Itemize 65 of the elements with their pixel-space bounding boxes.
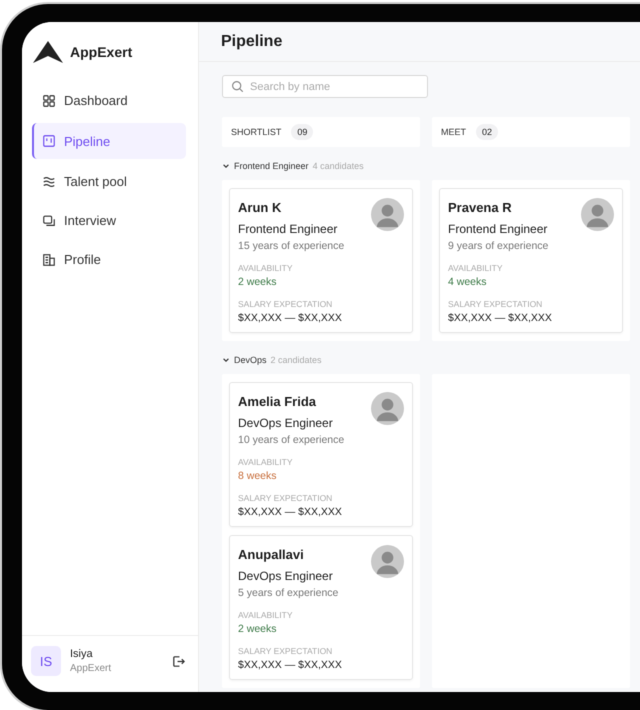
nav-item[interactable]: Profile	[32, 241, 186, 278]
avatar-silhouette-icon	[371, 545, 404, 578]
candidate-role: DevOps Engineer	[238, 569, 334, 583]
availability-value: 2 weeks	[238, 623, 278, 635]
avatar-silhouette-icon	[371, 392, 404, 425]
page-title: Pipeline	[221, 32, 282, 50]
board-icon	[42, 134, 56, 148]
search-icon	[231, 80, 244, 93]
avatar-silhouette-icon	[581, 198, 614, 231]
salary-value: $XX,XXX — $XX,XXX	[238, 506, 343, 518]
group-title: Frontend Engineer	[234, 161, 309, 171]
candidate-card[interactable]: Anupallavi DevOps Engineer 5 years of experience AVAILABILITY 2 weeks SALARY EXPECTATION $XX,XXX — $XX,XXX	[229, 535, 413, 680]
stage-count: 02	[476, 124, 498, 140]
salary-value: $XX,XXX — $XX,XXX	[238, 659, 343, 671]
availability-label: AVAILABILITY	[238, 457, 294, 467]
availability-value: 2 weeks	[238, 276, 278, 288]
avatar-silhouette-icon	[371, 198, 404, 231]
grid-icon	[42, 94, 56, 108]
logout-icon[interactable]	[171, 654, 186, 668]
candidate-role: Frontend Engineer	[448, 222, 548, 236]
nav-item[interactable]: Dashboard	[32, 82, 186, 119]
salary-label: SALARY EXPECTATION	[238, 493, 334, 503]
experience-text: 9 years of experience	[448, 240, 550, 252]
candidate-role: DevOps Engineer	[238, 416, 334, 430]
stage-label: MEET	[441, 127, 466, 137]
availability-label: AVAILABILITY	[238, 263, 294, 273]
salary-value: $XX,XXX — $XX,XXX	[448, 312, 553, 324]
brand-name: AppExert	[70, 44, 132, 60]
stage-count: 09	[291, 124, 314, 140]
candidate-card[interactable]: Amelia Frida DevOps Engineer 10 years of experience AVAILABILITY 8 weeks SALARY EXPECTATION $XX,XXX — $XX,XXX	[229, 382, 413, 527]
experience-text: 15 years of experience	[238, 240, 346, 252]
experience-text: 5 years of experience	[238, 587, 340, 599]
nav-item[interactable]: Talent pool	[32, 163, 186, 200]
user-avatar: IS	[31, 646, 61, 676]
logo-icon	[32, 40, 64, 64]
user-org: AppExert	[70, 663, 112, 674]
candidate-name: Anupallavi	[238, 547, 304, 562]
availability-label: AVAILABILITY	[448, 263, 504, 273]
salary-value: $XX,XXX — $XX,XXX	[238, 312, 343, 324]
nav-item[interactable]: Interview	[32, 202, 186, 239]
group-count: 4 candidates	[312, 161, 364, 171]
salary-label: SALARY EXPECTATION	[448, 299, 544, 309]
salary-label: SALARY EXPECTATION	[238, 646, 334, 656]
availability-value: 4 weeks	[448, 276, 488, 288]
candidate-name: Amelia Frida	[238, 394, 316, 409]
group-title: DevOps	[234, 355, 267, 365]
salary-label: SALARY EXPECTATION	[238, 299, 334, 309]
candidate-card[interactable]: Arun K Frontend Engineer 15 years of experience AVAILABILITY 2 weeks SALARY EXPECTATION $XX,XXX — $XX,XXX	[229, 188, 413, 333]
chevron-icon[interactable]	[222, 356, 230, 364]
search-field[interactable]: Search by name	[222, 75, 428, 98]
stage-label: SHORTLIST	[231, 127, 282, 137]
candidate-role: Frontend Engineer	[238, 222, 338, 236]
availability-label: AVAILABILITY	[238, 610, 294, 620]
user-name: Isiya	[70, 648, 94, 660]
waves-icon	[42, 174, 56, 188]
chat-icon	[42, 214, 56, 228]
candidate-card[interactable]: Pravena R Frontend Engineer 9 years of experience AVAILABILITY 4 weeks SALARY EXPECTATION $XX,XXX — $XX,XXX	[439, 188, 623, 333]
chevron-icon[interactable]	[222, 162, 230, 170]
experience-text: 10 years of experience	[238, 434, 346, 446]
building-icon	[42, 252, 56, 266]
availability-value: 8 weeks	[238, 470, 278, 482]
candidate-name: Arun K	[238, 200, 282, 215]
candidate-name: Pravena R	[448, 200, 512, 215]
group-count: 2 candidates	[270, 355, 322, 365]
nav-item[interactable]: Pipeline	[32, 123, 186, 159]
